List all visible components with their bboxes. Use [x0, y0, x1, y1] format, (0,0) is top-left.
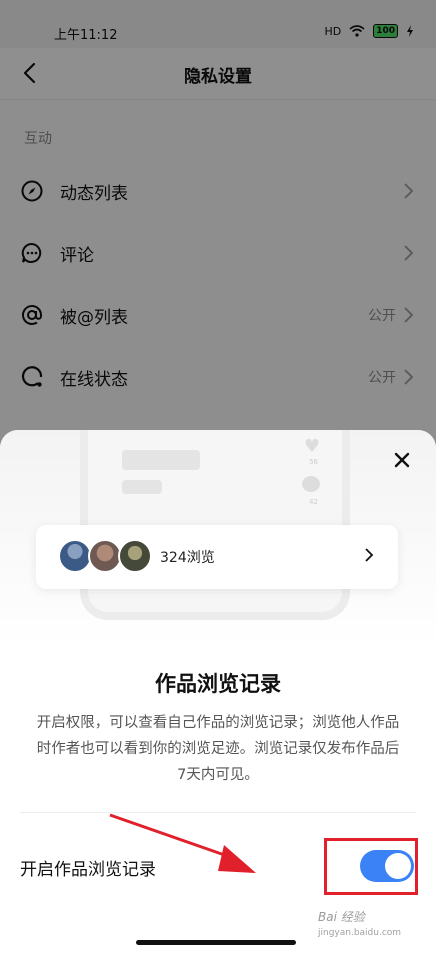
like-count: 56 — [309, 458, 318, 466]
watermark: Bai 经验 — [318, 910, 365, 924]
red-arrow-annotation — [109, 813, 256, 873]
bottom-sheet: ♥ 56 42 324浏览 作品浏览记录 开启权限，可以查看自己作品的浏览记录；… — [0, 430, 436, 960]
close-icon[interactable] — [394, 452, 410, 468]
placeholder-bar — [122, 450, 200, 470]
heart-icon: ♥ — [303, 436, 320, 457]
home-indicator[interactable] — [136, 940, 296, 945]
highlight-box-annotation — [324, 838, 418, 895]
avatar — [58, 539, 92, 573]
chevron-right-icon — [365, 548, 374, 562]
avatar — [88, 539, 122, 573]
watermark-url: jingyan.baidu.com — [318, 928, 402, 938]
sheet-title: 作品浏览记录 — [155, 672, 281, 696]
avatar — [118, 539, 152, 573]
views-card[interactable]: 324浏览 — [36, 525, 398, 589]
sheet-description: 开启权限，可以查看自己作品的浏览记录；浏览他人作品时作者也可以看到你的浏览足迹。… — [36, 715, 400, 783]
comment-bubble-icon — [302, 476, 320, 492]
comment-count: 42 — [309, 498, 318, 506]
views-count: 324浏览 — [160, 550, 215, 566]
placeholder-bar — [122, 480, 162, 494]
